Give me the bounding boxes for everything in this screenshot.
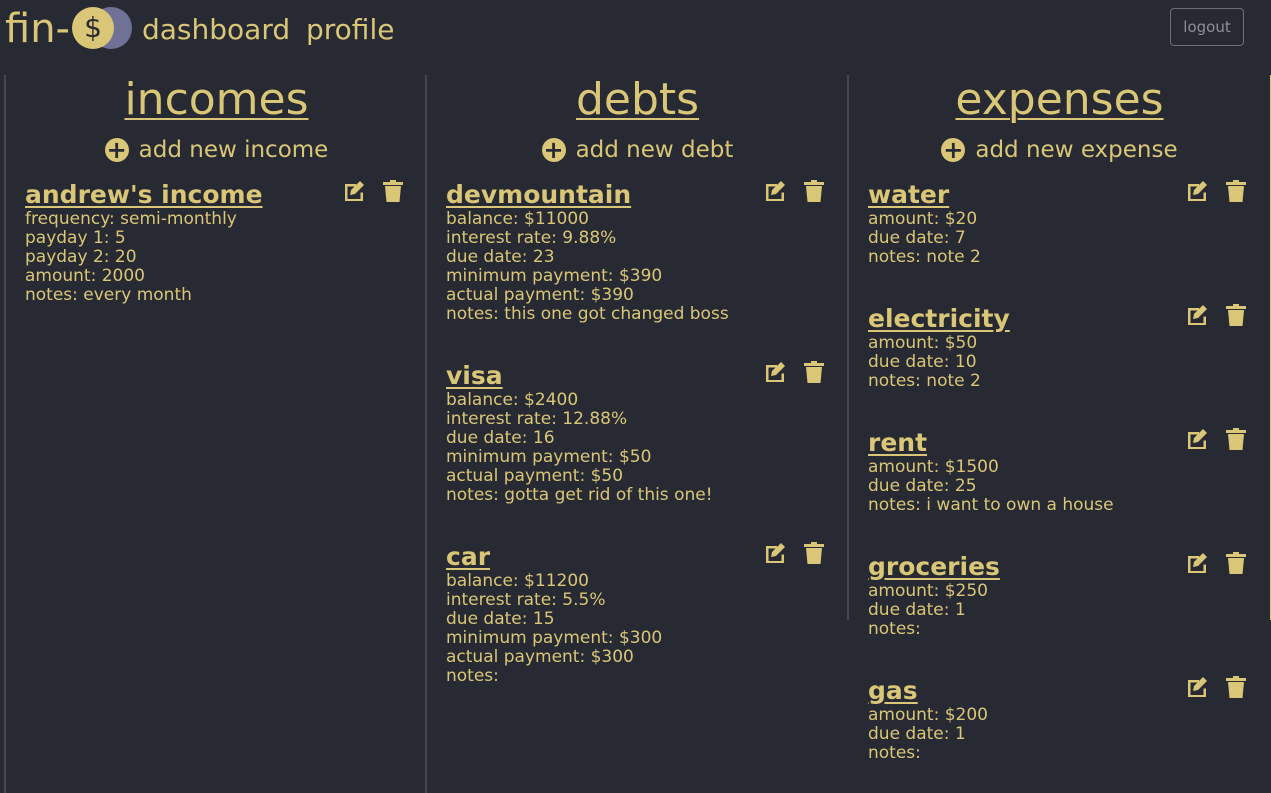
trash-icon[interactable] [804,180,824,202]
trash-icon[interactable] [804,361,824,383]
expense-detail: notes: note 2 [868,247,981,267]
expense-detail: due date: 25 [868,476,977,496]
add-income-label: add new income [138,137,329,163]
nav-link-profile[interactable]: profile [306,10,394,50]
edit-icon[interactable] [764,180,788,202]
income-detail: frequency: semi-monthly [25,209,237,229]
expense-detail: notes: note 2 [868,371,981,391]
expense-card: rent amount: $1500 due date: 25 notes: i… [868,428,1248,515]
expense-detail: due date: 7 [868,228,966,248]
dollar-sign: $ [71,7,114,49]
plus-circle-icon: + [104,136,129,164]
expense-detail: due date: 1 [868,724,966,744]
edit-icon[interactable] [1186,428,1210,450]
nav-link-dashboard[interactable]: dashboard [142,10,290,50]
expense-card: groceries amount: $250 due date: 1 notes… [868,552,1248,639]
income-card: andrew's income frequency: semi-monthly … [25,180,405,305]
trash-icon[interactable] [1226,552,1246,574]
expense-card: water amount: $20 due date: 7 notes: not… [868,180,1248,267]
logout-button[interactable]: logout [1170,8,1244,46]
edit-icon[interactable] [1186,552,1210,574]
edit-icon[interactable] [764,542,788,564]
plus-circle-icon: + [541,136,566,164]
income-detail: payday 1: 5 [25,228,126,248]
debt-detail: notes: gotta get rid of this one! [446,485,713,505]
expense-detail: notes: [868,619,921,639]
expense-card: electricity amount: $50 due date: 10 not… [868,304,1248,391]
debt-detail: interest rate: 9.88% [446,228,617,248]
debt-detail: balance: $11000 [446,209,589,229]
brand[interactable]: fin- $ [5,4,134,54]
income-detail: notes: every month [25,285,192,305]
trash-icon[interactable] [1226,428,1246,450]
income-detail: amount: 2000 [25,266,145,286]
debt-detail: interest rate: 12.88% [446,409,628,429]
expense-detail: notes: i want to own a house [868,495,1114,515]
debts-title: debts [575,74,700,125]
expense-detail: due date: 1 [868,600,966,620]
add-debt-button[interactable]: + add new debt [427,135,848,165]
expense-detail: notes: [868,743,921,763]
debt-card: car balance: $11200 interest rate: 5.5% … [446,542,826,686]
debt-detail: actual payment: $390 [446,285,634,305]
debt-detail: due date: 23 [446,247,555,267]
expenses-list: water amount: $20 due date: 7 notes: not… [849,75,1270,793]
trash-icon[interactable] [1226,304,1246,326]
debt-detail: balance: $2400 [446,390,579,410]
incomes-title: incomes [124,74,309,125]
trash-icon[interactable] [383,180,403,202]
top-nav: fin- $ dashboard profile logout [0,0,1271,60]
debt-detail: balance: $11200 [446,571,589,591]
expense-card: gas amount: $200 due date: 1 notes: [868,676,1248,763]
expense-detail: amount: $250 [868,581,988,601]
edit-icon[interactable] [1186,304,1210,326]
debt-detail: interest rate: 5.5% [446,590,606,610]
debt-card: devmountain balance: $11000 interest rat… [446,180,826,324]
debt-detail: due date: 15 [446,609,555,629]
debt-detail: notes: [446,666,499,686]
expense-detail: amount: $20 [868,209,978,229]
debt-card: visa balance: $2400 interest rate: 12.88… [446,361,826,505]
debt-detail: due date: 16 [446,428,555,448]
debt-detail: notes: this one got changed boss [446,304,729,324]
coin-logo-icon: $ [71,7,134,51]
debt-detail: minimum payment: $390 [446,266,663,286]
add-income-button[interactable]: + add new income [6,135,427,165]
debt-detail: actual payment: $300 [446,647,634,667]
incomes-column: incomes + add new income andrew's income… [4,75,427,793]
edit-icon[interactable] [1186,676,1210,698]
expense-detail: amount: $200 [868,705,988,725]
expense-detail: due date: 10 [868,352,977,372]
trash-icon[interactable] [804,542,824,564]
add-debt-label: add new debt [575,137,734,163]
debt-detail: minimum payment: $300 [446,628,663,648]
edit-icon[interactable] [343,180,367,202]
income-detail: payday 2: 20 [25,247,137,267]
trash-icon[interactable] [1226,180,1246,202]
edit-icon[interactable] [1186,180,1210,202]
trash-icon[interactable] [1226,676,1246,698]
expense-detail: amount: $1500 [868,457,999,477]
debt-detail: minimum payment: $50 [446,447,652,467]
debts-column: debts + add new debt devmountain balance… [425,75,848,793]
edit-icon[interactable] [764,361,788,383]
expense-detail: amount: $50 [868,333,978,353]
brand-text: fin- [5,6,70,52]
debt-detail: actual payment: $50 [446,466,624,486]
